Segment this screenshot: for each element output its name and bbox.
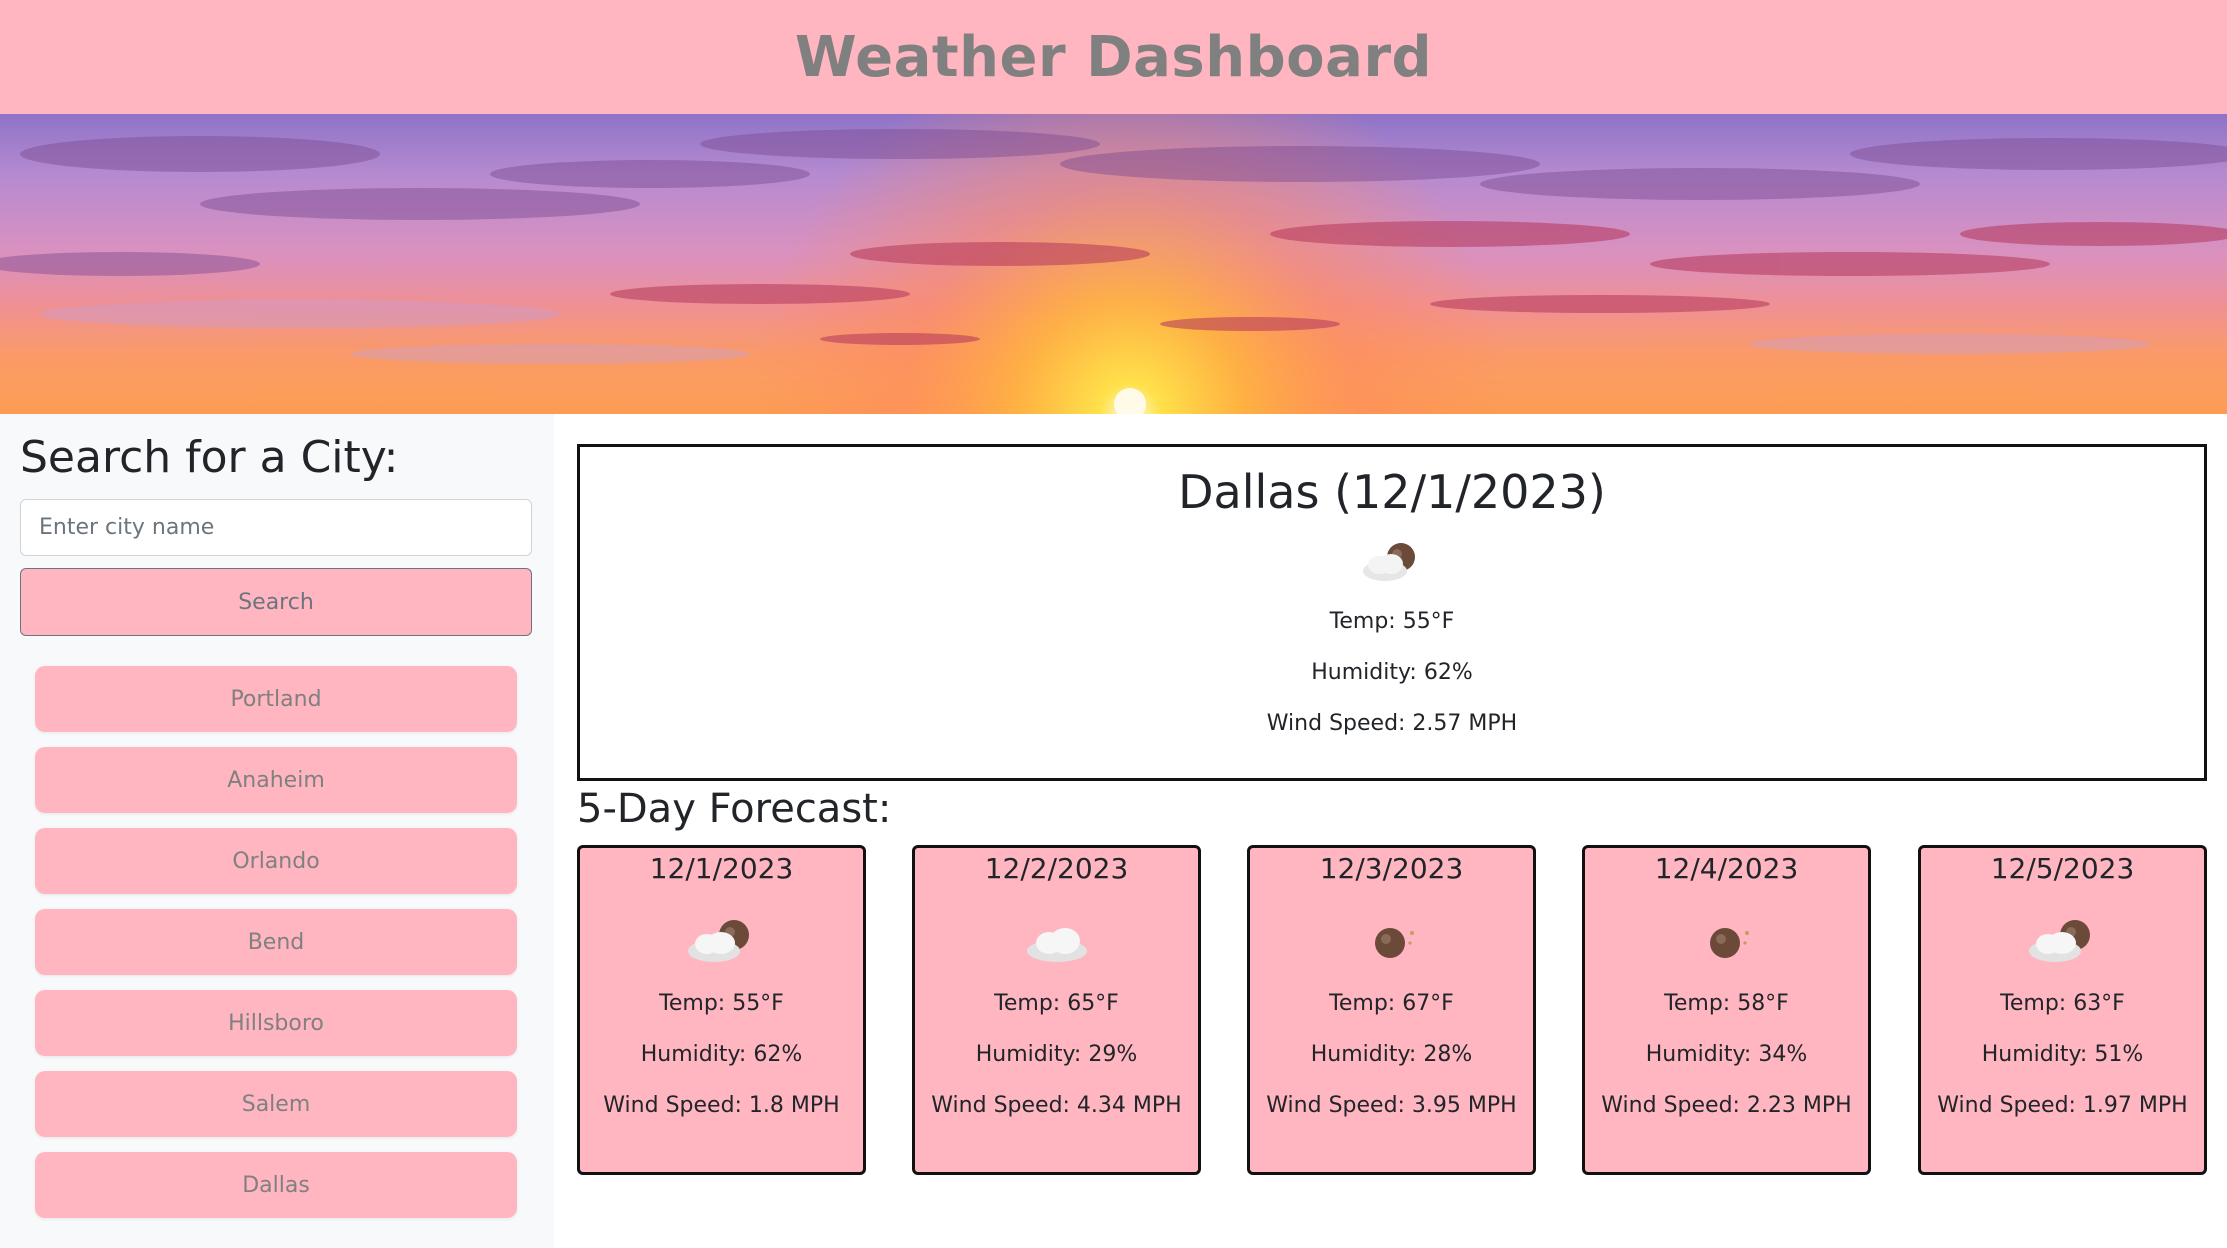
forecast-humidity: Humidity: 62% — [640, 1042, 803, 1067]
forecast-heading: 5-Day Forecast: — [577, 786, 892, 832]
forecast-wind: Wind Speed: 4.34 MPH — [931, 1093, 1182, 1118]
search-heading: Search for a City: — [20, 432, 399, 483]
history-button-portland[interactable]: Portland — [35, 666, 517, 732]
history-button-hillsboro[interactable]: Hillsboro — [35, 990, 517, 1056]
hero-banner — [0, 114, 2227, 414]
forecast-humidity: Humidity: 28% — [1310, 1042, 1473, 1067]
current-humidity: Humidity: 62% — [1311, 660, 1473, 685]
clear-night-icon — [1352, 913, 1432, 969]
partly-cloudy-night-icon — [682, 913, 762, 969]
forecast-temp: Temp: 63°F — [2000, 991, 2125, 1016]
forecast-temp: Temp: 67°F — [1329, 991, 1454, 1016]
current-weather-card: Dallas (12/1/2023) Temp: 55°F Humidity: … — [577, 444, 2207, 781]
forecast-humidity: Humidity: 29% — [975, 1042, 1138, 1067]
forecast-wind: Wind Speed: 1.97 MPH — [1937, 1093, 2188, 1118]
forecast-humidity: Humidity: 34% — [1645, 1042, 1808, 1067]
forecast-list: 12/1/2023 Temp: 55°F Humidity: 62% Wind … — [577, 845, 2207, 1175]
forecast-card: 12/1/2023 Temp: 55°F Humidity: 62% Wind … — [577, 845, 866, 1175]
history-button-dallas[interactable]: Dallas — [35, 1152, 517, 1218]
partly-cloudy-night-icon — [2023, 913, 2103, 969]
forecast-date: 12/5/2023 — [1990, 852, 2135, 885]
forecast-wind: Wind Speed: 1.8 MPH — [603, 1093, 840, 1118]
forecast-temp: Temp: 65°F — [994, 991, 1119, 1016]
search-sidebar: Search for a City: Search Portland Anahe… — [0, 414, 554, 1248]
cloud-icon — [1017, 913, 1097, 969]
history-button-orlando[interactable]: Orlando — [35, 828, 517, 894]
forecast-temp: Temp: 58°F — [1664, 991, 1789, 1016]
partly-cloudy-night-icon — [1357, 537, 1427, 587]
forecast-card: 12/4/2023 Temp: 58°F Humidity: 34% Wind … — [1582, 845, 1871, 1175]
history-button-salem[interactable]: Salem — [35, 1071, 517, 1137]
city-search-input[interactable] — [20, 499, 532, 556]
search-history-list: Portland Anaheim Orlando Bend Hillsboro … — [35, 666, 517, 1233]
forecast-date: 12/2/2023 — [984, 852, 1129, 885]
forecast-humidity: Humidity: 51% — [1981, 1042, 2144, 1067]
forecast-date: 12/4/2023 — [1654, 852, 1799, 885]
page-header: Weather Dashboard — [0, 0, 2227, 114]
forecast-card: 12/2/2023 Temp: 65°F Humidity: 29% Wind … — [912, 845, 1201, 1175]
current-city-title: Dallas (12/1/2023) — [1178, 465, 1606, 519]
current-wind: Wind Speed: 2.57 MPH — [1266, 711, 1518, 736]
forecast-temp: Temp: 55°F — [659, 991, 784, 1016]
clear-night-icon — [1687, 913, 1767, 969]
forecast-wind: Wind Speed: 3.95 MPH — [1266, 1093, 1517, 1118]
history-button-anaheim[interactable]: Anaheim — [35, 747, 517, 813]
forecast-wind: Wind Speed: 2.23 MPH — [1601, 1093, 1852, 1118]
current-temp: Temp: 55°F — [1329, 609, 1455, 634]
forecast-date: 12/3/2023 — [1319, 852, 1464, 885]
forecast-card: 12/3/2023 Temp: 67°F Humidity: 28% Wind … — [1247, 845, 1536, 1175]
forecast-card: 12/5/2023 Temp: 63°F Humidity: 51% Wind … — [1918, 845, 2207, 1175]
sunset-image — [0, 114, 2227, 414]
page-title: Weather Dashboard — [794, 24, 1433, 90]
search-button[interactable]: Search — [20, 568, 532, 636]
history-button-bend[interactable]: Bend — [35, 909, 517, 975]
forecast-date: 12/1/2023 — [649, 852, 794, 885]
